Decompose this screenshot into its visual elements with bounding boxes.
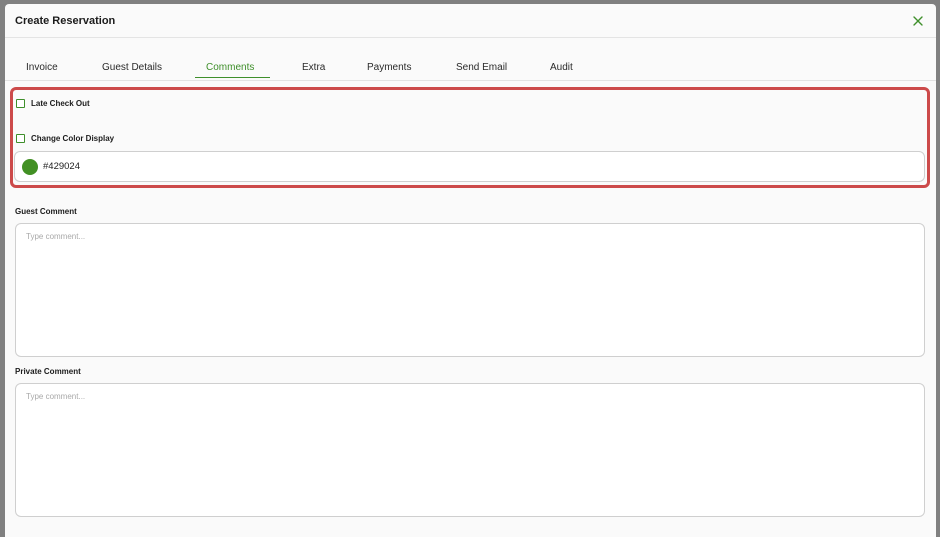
- close-button[interactable]: [910, 13, 926, 29]
- late-checkout-row: Late Check Out: [16, 99, 90, 108]
- tab-invoice[interactable]: Invoice: [26, 62, 58, 73]
- tab-guest-details[interactable]: Guest Details: [102, 62, 162, 73]
- color-display-field[interactable]: #429024: [14, 151, 925, 182]
- change-color-label: Change Color Display: [31, 134, 115, 143]
- close-icon: [913, 15, 923, 26]
- tab-comments[interactable]: Comments: [206, 62, 254, 73]
- active-tab-indicator: [195, 77, 270, 78]
- private-comment-input[interactable]: [15, 383, 925, 517]
- tab-send-email[interactable]: Send Email: [456, 62, 507, 73]
- change-color-row: Change Color Display: [16, 134, 114, 143]
- create-reservation-modal: Create Reservation Invoice Guest Details…: [5, 4, 936, 537]
- tab-payments[interactable]: Payments: [367, 62, 411, 73]
- modal-header: Create Reservation: [5, 4, 936, 38]
- change-color-checkbox[interactable]: [16, 134, 25, 143]
- late-checkout-checkbox[interactable]: [16, 99, 25, 108]
- color-swatch[interactable]: [22, 158, 38, 175]
- tab-bar: Invoice Guest Details Comments Extra Pay…: [5, 38, 936, 81]
- tab-audit[interactable]: Audit: [550, 62, 573, 73]
- late-checkout-label: Late Check Out: [31, 99, 90, 108]
- guest-comment-input[interactable]: [15, 223, 925, 357]
- private-comment-label: Private Comment: [15, 367, 81, 376]
- guest-comment-label: Guest Comment: [15, 207, 77, 216]
- modal-title: Create Reservation: [15, 14, 116, 27]
- color-value: #429024: [43, 161, 80, 172]
- tab-extra[interactable]: Extra: [302, 62, 325, 73]
